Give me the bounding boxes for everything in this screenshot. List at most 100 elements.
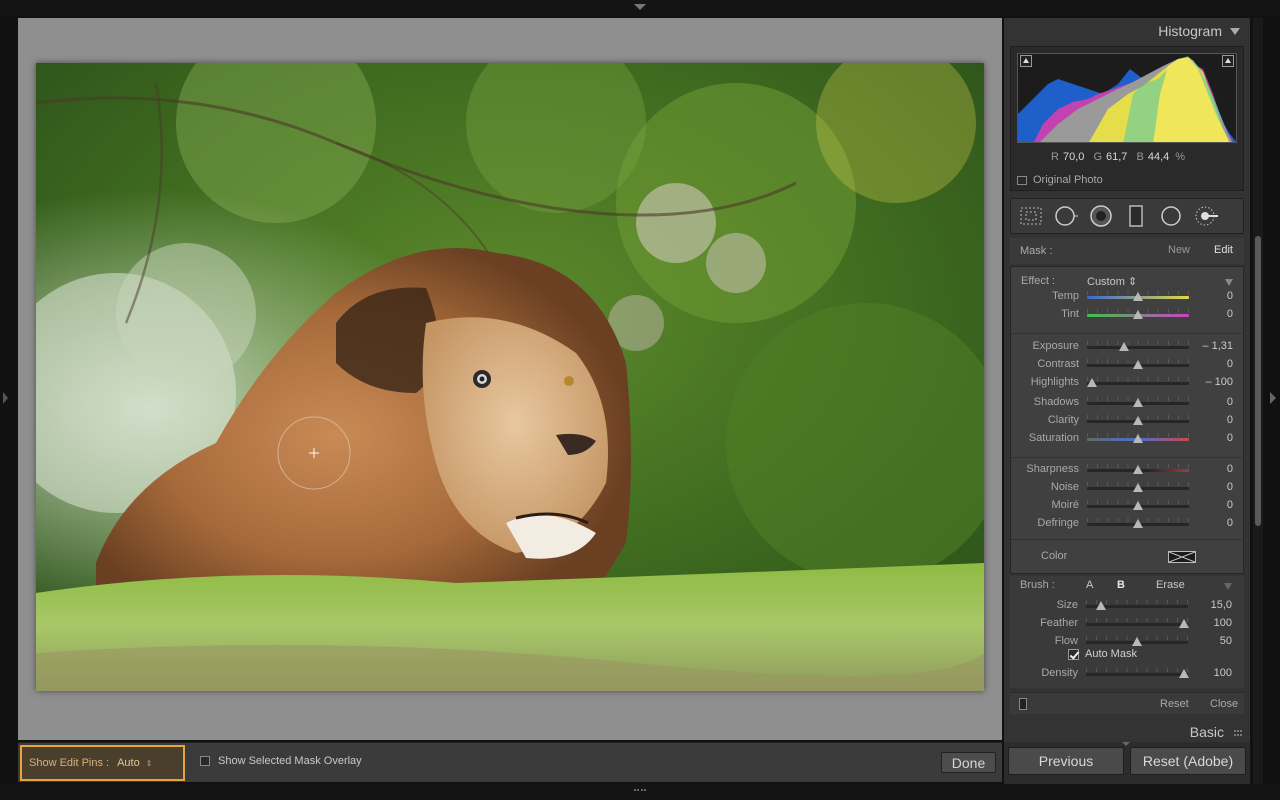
left-panel-toggle-icon[interactable] [3,392,8,404]
collapse-bottom-icon[interactable] [1122,742,1130,746]
reset-adobe-button[interactable]: Reset (Adobe) [1130,747,1246,775]
panel-onoff-switch-icon[interactable] [1019,698,1027,710]
done-button[interactable]: Done [941,752,996,773]
checkbox-unchecked-icon[interactable] [1017,175,1027,185]
brush-a-button[interactable]: A [1086,579,1093,591]
slider-track[interactable] [1087,346,1189,349]
mask-edit-button[interactable]: Edit [1214,244,1233,256]
grip-icon [634,789,646,795]
slider-value[interactable]: 15,0 [1211,599,1232,611]
adjustment-panel: Effect : Custom ⇕ Color Temp 0 Tint 0 Exposu… [1010,266,1245,574]
right-panel-scrollbar[interactable] [1253,18,1263,784]
spot-removal-icon[interactable] [1054,204,1078,228]
slider-row-density: Density 100 [1010,666,1244,682]
color-row: Color [1011,549,1245,565]
mask-new-button[interactable]: New [1168,244,1190,256]
slider-handle[interactable] [1133,292,1143,301]
graduated-filter-icon[interactable] [1124,204,1148,228]
show-mask-overlay-checkbox[interactable]: Show Selected Mask Overlay [200,755,362,767]
slider-row-clarity: Clarity 0 [1011,413,1245,429]
slider-handle[interactable] [1133,434,1143,443]
slider-handle[interactable] [1178,619,1189,628]
effect-preset-select[interactable]: Custom ⇕ [1087,275,1137,288]
top-panel-toggle[interactable] [0,0,1280,16]
slider-handle[interactable] [1118,342,1129,351]
collapse-triangle-icon[interactable] [1224,583,1232,590]
color-label: Color [1041,550,1068,562]
slider-value[interactable]: 0 [1227,414,1233,426]
close-button[interactable]: Close [1210,698,1238,710]
slider-ticks [1086,668,1188,672]
slider-handle[interactable] [1133,398,1143,407]
slider-handle[interactable] [1178,669,1189,678]
slider-value[interactable]: 0 [1227,396,1233,408]
slider-label: Density [1041,667,1078,679]
nav-buttons: Previous Reset (Adobe) [1004,742,1250,784]
slider-label: Flow [1054,635,1078,647]
collapse-triangle-icon[interactable] [1225,279,1233,286]
slider-value[interactable]: 0 [1227,308,1233,320]
slider-track[interactable] [1086,623,1188,626]
b-label: B [1136,151,1144,163]
basic-panel-header[interactable]: Basic [1004,722,1250,742]
collapse-triangle-icon[interactable] [1230,28,1240,35]
slider-value[interactable]: 0 [1227,358,1233,370]
slider-handle[interactable] [1133,310,1143,319]
scrollbar-thumb[interactable] [1255,236,1261,526]
slider-handle[interactable] [1133,483,1143,492]
slider-value[interactable]: 50 [1220,635,1232,647]
adjustment-brush-icon[interactable] [1194,204,1218,228]
slider-value[interactable]: 0 [1227,481,1233,493]
brush-b-button[interactable]: B [1117,579,1125,591]
slider-value[interactable]: 0 [1227,499,1233,511]
slider-handle[interactable] [1133,465,1143,474]
slider-label: Defringe [1037,517,1079,529]
show-edit-pins-select[interactable]: Show Edit Pins : Auto ⇕ [20,745,185,781]
slider-handle[interactable] [1132,637,1142,646]
slider-track[interactable] [1087,382,1189,385]
slider-row-flow: Flow 50 [1010,634,1244,650]
slider-row-temp: Temp 0 [1011,289,1245,305]
color-swatch[interactable] [1168,551,1196,563]
right-panel-toggle-icon[interactable] [1270,392,1276,404]
histogram-header[interactable]: Histogram [1004,18,1250,44]
radial-filter-icon[interactable] [1159,204,1183,228]
photo-lion[interactable] [36,63,984,691]
slider-value[interactable]: 100 [1214,667,1232,679]
original-photo-checkbox[interactable]: Original Photo [1017,174,1103,186]
image-canvas [18,18,1002,740]
slider-handle[interactable] [1133,501,1143,510]
slider-row-contrast: Contrast 0 [1011,357,1245,373]
checkbox-unchecked-icon[interactable] [200,756,210,766]
slider-track[interactable] [1086,673,1188,676]
bottom-panel-toggle[interactable] [0,784,1280,800]
slider-label: Size [1056,599,1078,611]
brush-erase-button[interactable]: Erase [1156,579,1185,591]
slider-handle[interactable] [1133,360,1143,369]
slider-value[interactable]: 0 [1227,517,1233,529]
shadow-clipping-icon[interactable] [1020,55,1032,67]
slider-value[interactable]: 0 [1227,290,1233,302]
slider-value[interactable]: 100 [1214,617,1232,629]
previous-button[interactable]: Previous [1008,747,1124,775]
brush-header: Brush : A B Erase [1010,578,1244,594]
crop-overlay-icon[interactable] [1019,204,1043,228]
slider-value[interactable]: 0 [1227,463,1233,475]
red-eye-icon[interactable] [1089,204,1113,228]
slider-handle[interactable] [1087,378,1098,387]
divider [1011,457,1245,458]
slider-row-noise: Noise 0 [1011,480,1245,496]
brush-label: Brush : [1020,579,1055,591]
reset-button[interactable]: Reset [1160,698,1189,710]
checkbox-checked-icon[interactable] [1068,648,1079,660]
slider-handle[interactable] [1096,601,1107,610]
slider-value[interactable]: – 1,31 [1202,340,1233,352]
slider-handle[interactable] [1133,519,1143,528]
slider-value[interactable]: 0 [1227,432,1233,444]
slider-label: Clarity [1047,414,1079,426]
slider-label: Sharpness [1026,463,1079,475]
rgb-readout: R 70,0 G 61,7 B 44,4% [1051,151,1185,163]
slider-value[interactable]: – 100 [1205,376,1233,388]
highlight-clipping-icon[interactable] [1222,55,1234,67]
slider-handle[interactable] [1133,416,1143,425]
